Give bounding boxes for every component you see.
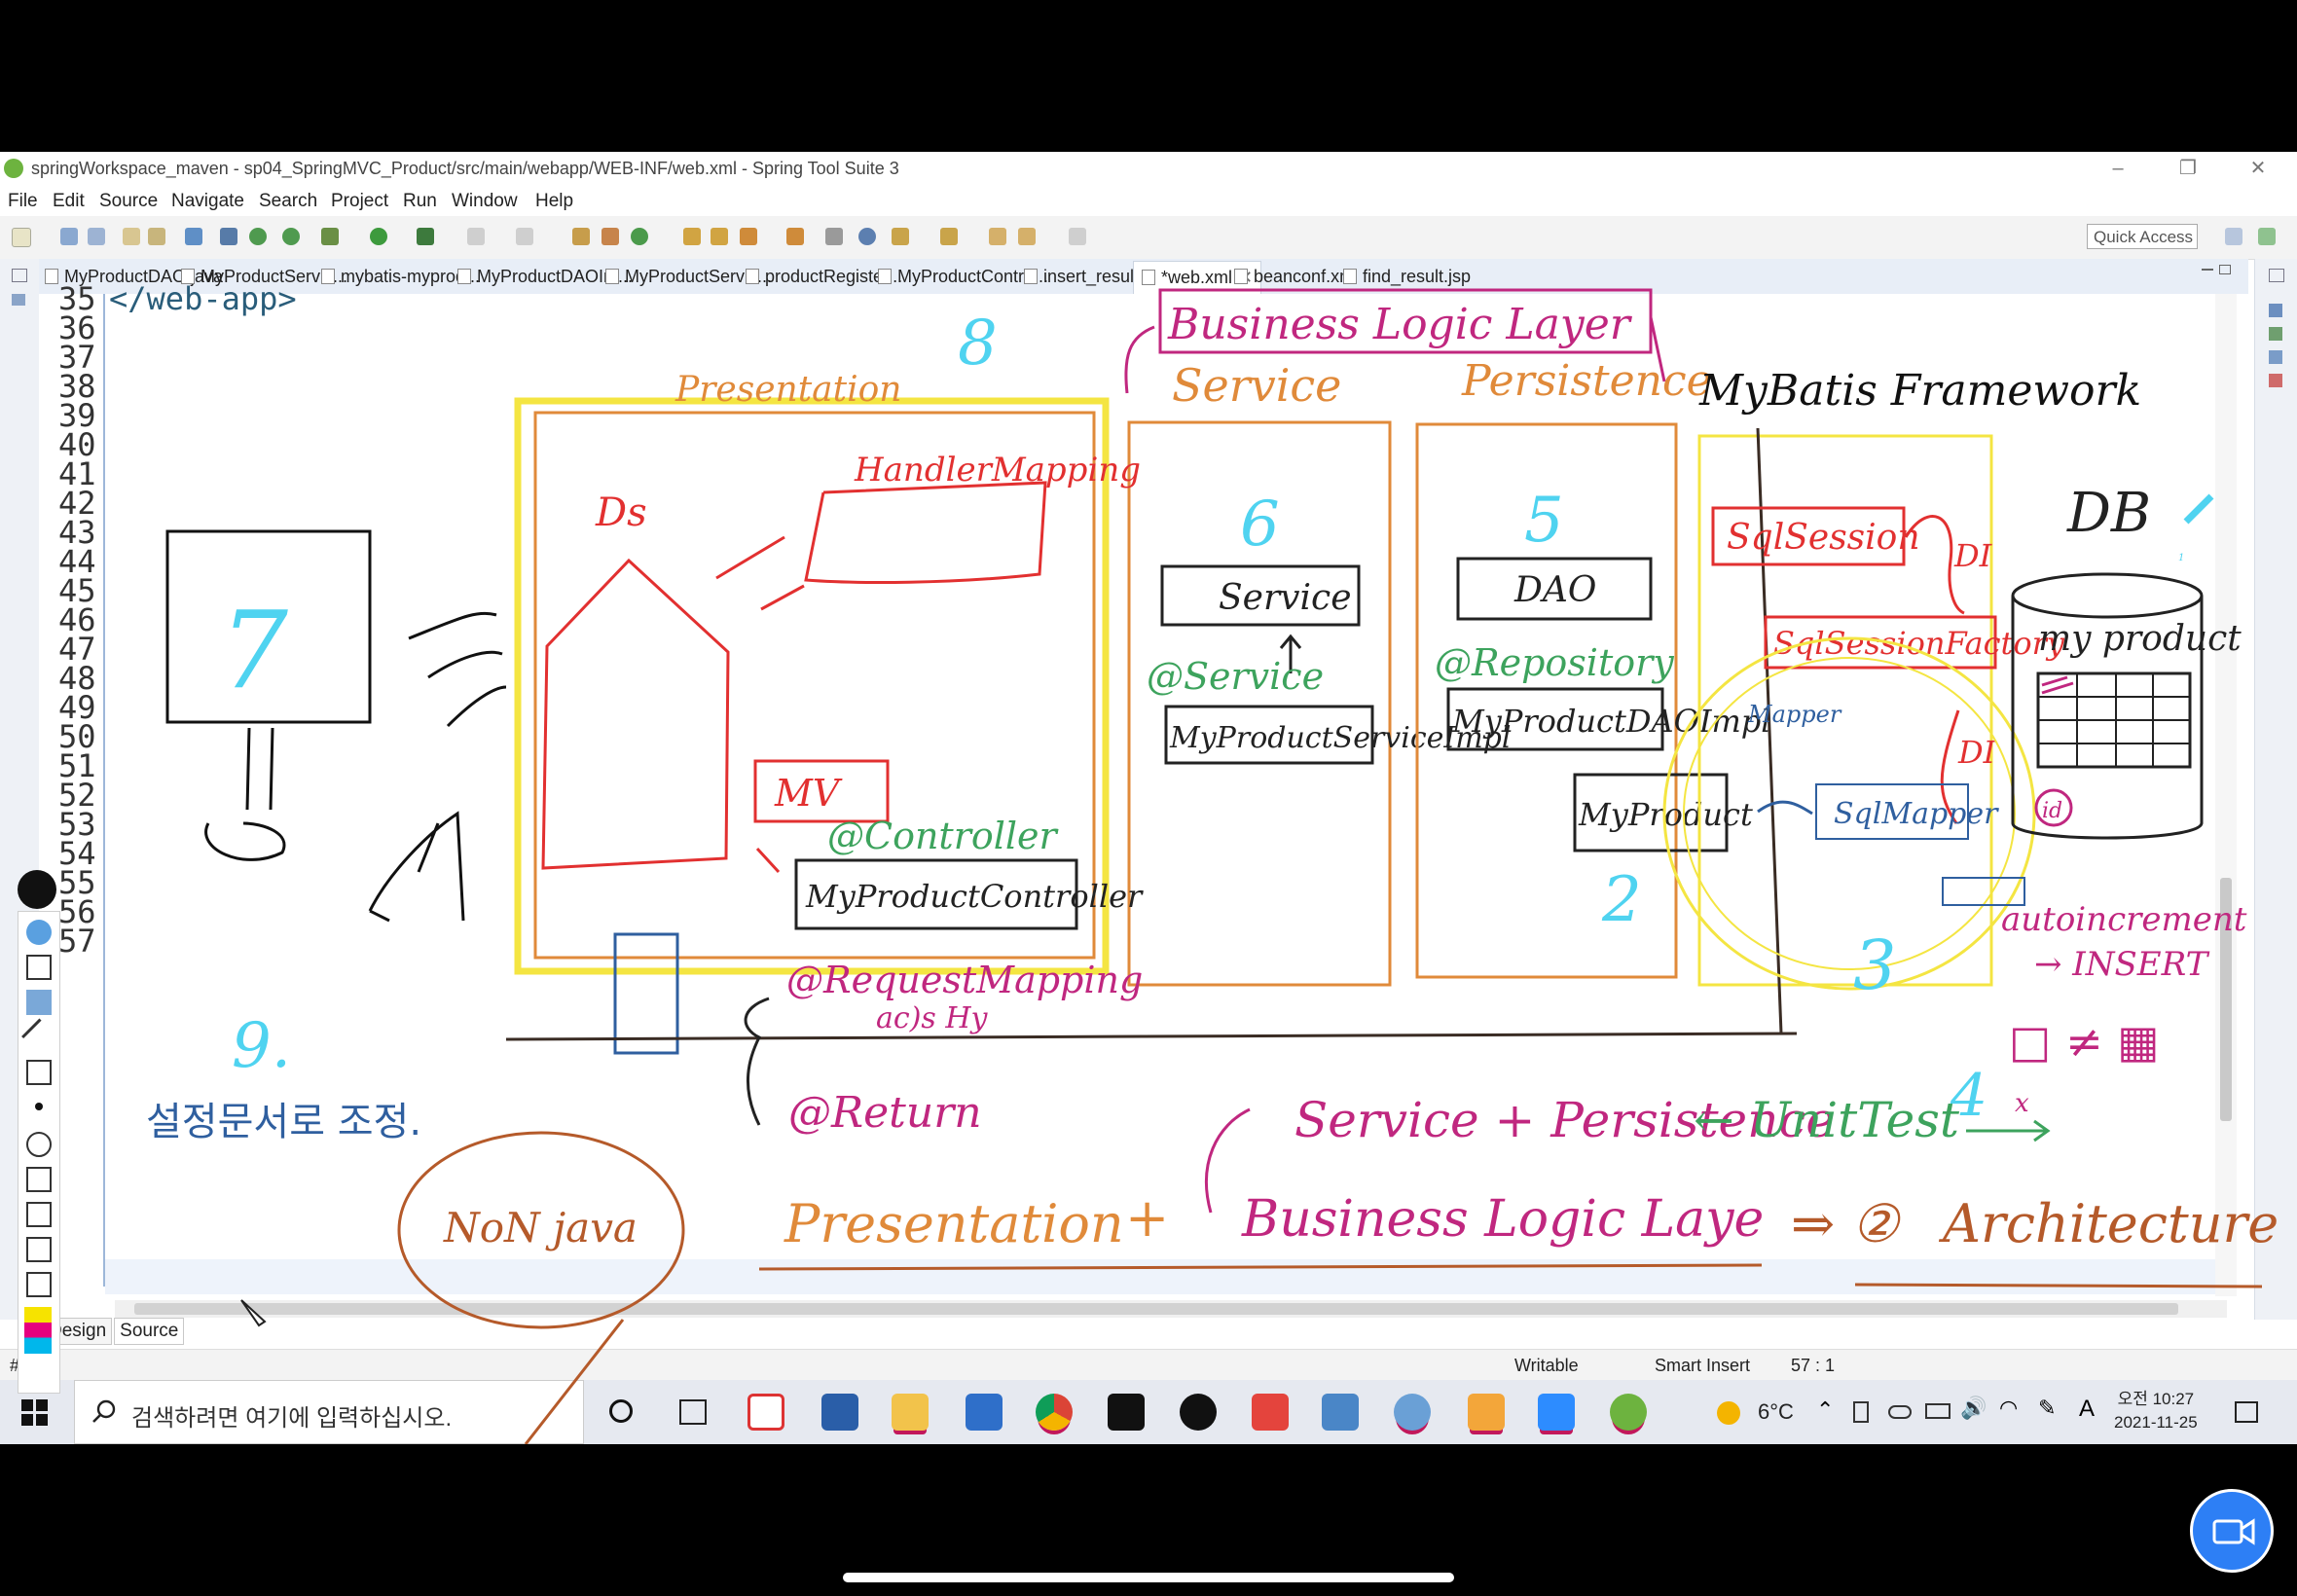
auto-increment-label: autoincrement (2001, 900, 2247, 939)
number-4: 4 (1950, 1062, 1987, 1130)
video-record-button[interactable] (2190, 1489, 2274, 1573)
number-2: 2 (1601, 864, 1642, 936)
persistence-label: Persistence (1461, 356, 1712, 406)
sql-session-label: SqlSession (1727, 518, 1920, 558)
line-tool-icon[interactable] (21, 1018, 59, 1057)
service-box-label: Service (1219, 578, 1352, 618)
business-logic-bottom-label: Business Logic Laye (1241, 1190, 1764, 1249)
dao-label: DAO (1513, 570, 1596, 610)
view-page-box (613, 932, 679, 1055)
at-service-label: @Service (1147, 655, 1324, 698)
number-5: 5 (1524, 485, 1564, 557)
di-label-1: DI (1953, 537, 1993, 574)
screen-icon[interactable] (26, 1202, 52, 1227)
plus-label: + (1125, 1187, 1169, 1249)
screen: springWorkspace_maven - sp04_SpringMVC_P… (0, 152, 2297, 1444)
presentation-label: Presentation (675, 370, 901, 410)
di-label-2: DI (1957, 734, 1997, 771)
sql-session-factory-label: SqlSessionFactory (1773, 625, 2065, 662)
request-mapping-sub: ac)s Hy (876, 1001, 988, 1035)
business-logic-label: Business Logic Layer (1167, 300, 1633, 349)
annotation-palette-handle-icon[interactable] (18, 870, 56, 909)
undo-icon[interactable] (26, 1132, 52, 1157)
home-indicator[interactable] (843, 1573, 1454, 1582)
dispatcher-servlet-shape (541, 558, 730, 870)
id-label: id (2042, 799, 2062, 823)
number-8: 8 (958, 308, 998, 380)
camera-icon[interactable] (26, 1237, 52, 1262)
ds-label: Ds (595, 490, 647, 535)
service-label: Service (1172, 359, 1341, 412)
presentation-bottom-label: Presentation (784, 1193, 1124, 1254)
db-label: DB (2066, 482, 2151, 545)
x-mark: x (2015, 1089, 2029, 1118)
clipboard-icon[interactable] (26, 1272, 52, 1297)
sql-mapper-label: SqlMapper (1834, 797, 1999, 831)
mapper-label: Mapper (1747, 701, 1842, 728)
handler-mapping-box (804, 481, 1047, 584)
korean-note: 설정문서로 조정. (146, 1100, 421, 1144)
dot-size-icon[interactable] (35, 1103, 43, 1110)
eye-icon[interactable] (26, 920, 52, 945)
number-1: 1 (2178, 553, 2184, 563)
mybatis-label: MyBatis Framework (1698, 366, 2141, 416)
eraser-icon[interactable] (26, 1060, 52, 1085)
pen-tool-icon[interactable] (26, 990, 52, 1015)
db-table-label: my product (2038, 619, 2242, 659)
architecture-label: Architecture (1938, 1193, 2279, 1254)
trash-icon[interactable] (26, 1167, 52, 1192)
arrow-two-label: ⇒ ② (1791, 1193, 1901, 1254)
annotation-ink-layer: Presentation 8 Business Logic Layer Serv… (146, 288, 2279, 1444)
non-java-label: NoN java (443, 1204, 638, 1251)
at-request-mapping-label: @RequestMapping (786, 959, 1143, 1001)
number-6: 6 (1240, 489, 1280, 561)
controller-label: MyProductController (805, 878, 1144, 915)
misc-symbols: □ ≠ ▦ (2009, 1015, 2160, 1068)
mv-label: MV (774, 772, 843, 815)
at-return-label: @Return (788, 1088, 982, 1138)
at-repository-label: @Repository (1435, 641, 1674, 684)
dao-impl-label: MyProductDAOImpl (1451, 703, 1771, 740)
unit-test-label: ← UnitTest (1694, 1092, 1960, 1148)
number-9: 9. (232, 1010, 291, 1082)
cursor-icon[interactable] (26, 955, 52, 980)
color-palette-icon[interactable] (24, 1307, 52, 1354)
video-camera-icon (2212, 1518, 2255, 1545)
number-7: 7 (220, 588, 288, 712)
number-3: 3 (1853, 925, 1897, 1005)
at-controller-label: @Controller (827, 815, 1060, 857)
annotation-toolbar (18, 911, 60, 1394)
insert-label: → INSERT (2034, 945, 2210, 984)
pen-cursor-icon (240, 1299, 267, 1327)
number-1-stroke (2183, 493, 2214, 525)
